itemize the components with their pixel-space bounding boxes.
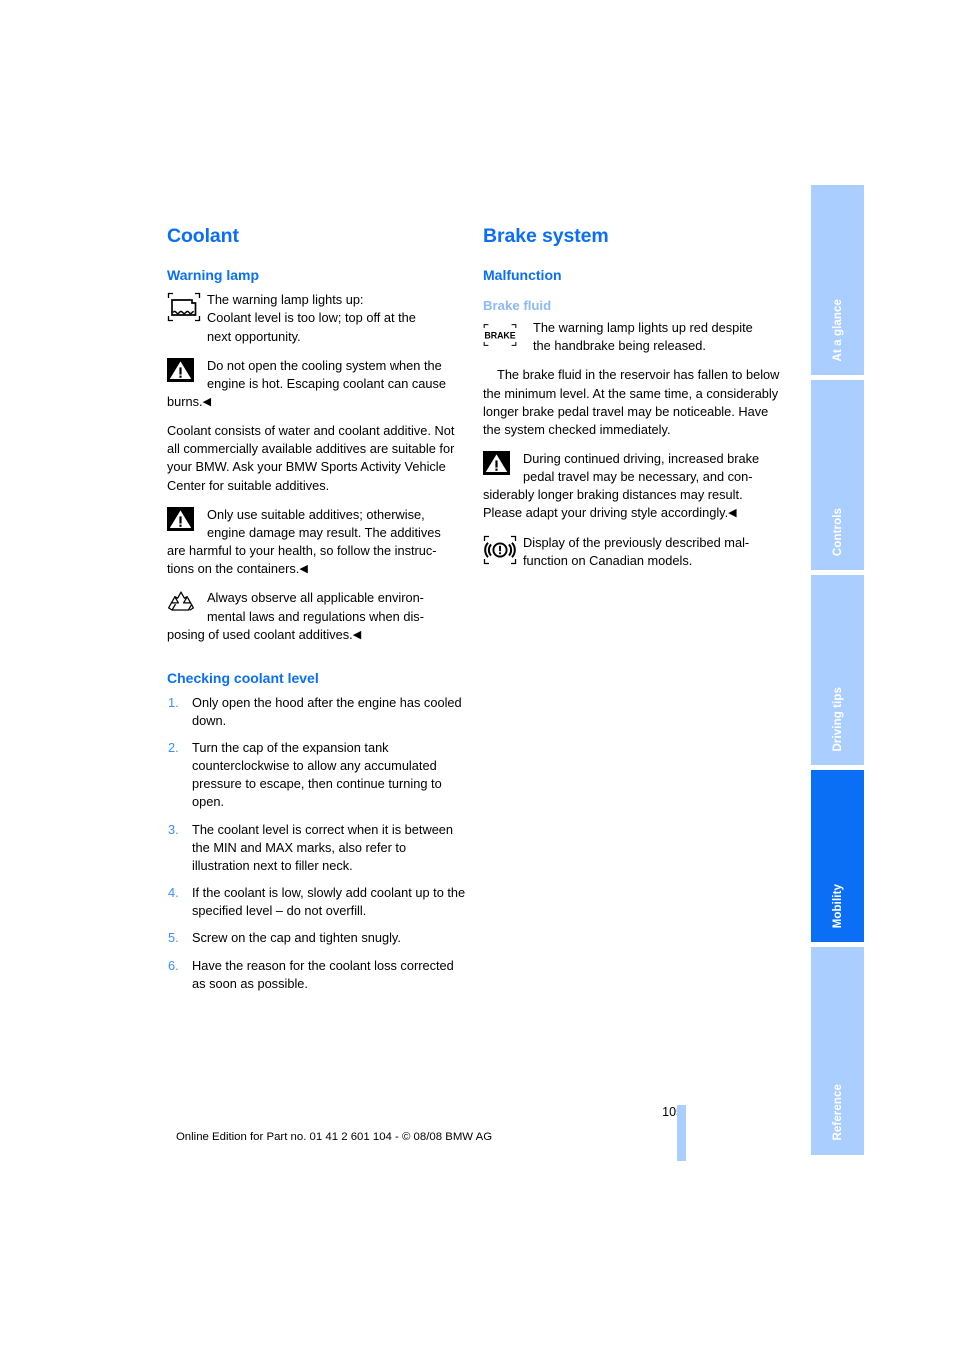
additive-caution-line-3: are harmful to your health, so follow th… (167, 543, 437, 559)
brake-warning-lamp-icon: BRAKE (483, 320, 517, 355)
environment-note-line-2: mental laws and regulations when dis- (207, 608, 424, 624)
additive-caution-line-1: Only use suitable additives; otherwise, (207, 506, 425, 522)
canadian-brake-warning-icon (483, 535, 517, 570)
additive-caution-line-4-wrap: tions on the containers.◀ (167, 560, 467, 578)
end-marker: ◀ (299, 563, 308, 576)
cooling-caution-hang: Do not open the cooling system when the … (207, 357, 467, 393)
warning-triangle-icon (167, 506, 194, 536)
additive-caution-line-2: engine damage may result. The additives (207, 524, 441, 540)
continued-driving-hang: During continued driving, increased brak… (523, 450, 783, 486)
sidebar-tab-label: At a glance (831, 298, 844, 361)
cooling-caution-last-line: burns.◀ (167, 393, 467, 411)
canadian-models-text: Display of the previously described mal-… (523, 534, 783, 570)
sidebar-tab-controls[interactable]: Controls (811, 380, 864, 570)
brake-lamp-text: The warning lamp lights up red despite t… (533, 319, 783, 355)
cooling-caution-line-3: burns. (167, 394, 203, 410)
end-marker: ◀ (202, 396, 212, 409)
coolant-warning-lamp-block: The warning lamp lights up: Coolant leve… (167, 291, 467, 345)
additive-caution-line-4: tions on the containers. (167, 561, 300, 577)
list-item: If the coolant is low, slowly add coolan… (168, 884, 466, 919)
cooling-caution-line-2: engine is hot. Escaping coolant can caus… (207, 375, 447, 391)
heading-checking-coolant-level: Checking coolant level (167, 669, 319, 686)
end-marker: ◀ (352, 628, 362, 641)
brake-lamp-line-2: the handbrake being released. (533, 338, 706, 354)
end-marker: ◀ (728, 507, 737, 520)
sidebar-tab-label: Reference (831, 1084, 844, 1141)
svg-text:BRAKE: BRAKE (484, 331, 515, 341)
heading-warning-lamp: Warning lamp (167, 267, 260, 284)
warning-triangle-icon (483, 451, 510, 480)
list-item: Have the reason for the coolant loss cor… (168, 957, 454, 991)
sidebar-tab-reference[interactable]: Reference (811, 947, 864, 1155)
cooling-system-caution-block: Do not open the cooling system when the … (167, 357, 467, 411)
sidebar-tab-at-a-glance[interactable]: At a glance (811, 185, 864, 375)
coolant-lamp-text: The warning lamp lights up: Coolant leve… (207, 291, 467, 345)
footer-edition-text: Online Edition for Part no. 01 41 2 601 … (175, 1131, 493, 1143)
additive-caution-hang: Only use suitable additives; otherwise, … (207, 506, 467, 542)
sidebar-tab-label: Driving tips (831, 686, 844, 751)
continued-driving-line-4-wrap: Please adapt your driving style accordin… (483, 504, 783, 522)
continued-driving-line-3: siderably longer braking distances may r… (483, 487, 743, 503)
brake-lamp-line-1: The warning lamp lights up red despite (533, 320, 753, 336)
checking-coolant-steps: Only open the hood after the engine has … (167, 694, 467, 993)
canadian-models-line-1: Display of the previously described mal- (523, 534, 750, 550)
page-title-coolant: Coolant (167, 225, 239, 247)
continued-driving-line-1: During continued driving, increased brak… (523, 451, 760, 467)
list-item: The coolant level is correct when it is … (168, 821, 454, 873)
continued-driving-rest: siderably longer braking distances may r… (483, 486, 783, 522)
environment-note-block: Always observe all applicable environ- m… (167, 589, 467, 643)
environment-note-last: posing of used coolant additives.◀ (167, 626, 467, 644)
warning-triangle-icon (167, 357, 194, 387)
coolant-lamp-line-3: next opportunity. (207, 328, 301, 344)
heading-malfunction: Malfunction (483, 267, 562, 284)
sidebar-tab-mobility[interactable]: Mobility (811, 770, 864, 942)
sidebar-tab-driving-tips[interactable]: Driving tips (811, 575, 864, 765)
canadian-models-block: Display of the previously described mal-… (483, 534, 783, 570)
canadian-models-line-2: function on Canadian models. (523, 552, 693, 568)
cooling-caution-line-1: Do not open the cooling system when the (207, 357, 442, 373)
coolant-lamp-line-1: The warning lamp lights up: (207, 292, 364, 308)
continued-driving-warning-block: During continued driving, increased brak… (483, 450, 783, 523)
left-column: Coolant Warning lamp The warning lamp li… (167, 225, 467, 1002)
sidebar-tab-label: Controls (831, 507, 844, 556)
section-navigation-sidebar: At a glance Controls Driving tips Mobili… (811, 185, 864, 1167)
additive-caution-rest: are harmful to your health, so follow th… (167, 542, 467, 578)
additive-caution-block: Only use suitable additives; otherwise, … (167, 506, 467, 579)
environment-note-line-3: posing of used coolant additives. (167, 626, 353, 642)
environment-note-line-1: Always observe all applicable environ- (207, 590, 424, 606)
sidebar-tab-label: Mobility (831, 883, 844, 928)
list-item: Turn the cap of the expansion tank count… (168, 739, 442, 810)
brake-reservoir-paragraph: The brake fluid in the reservoir has fal… (483, 367, 780, 437)
right-column: Brake system Malfunction Brake fluid BRA… (483, 225, 783, 581)
coolant-additive-paragraph: Coolant consists of water and coolant ad… (167, 423, 455, 493)
page-title-brake-system: Brake system (483, 225, 609, 247)
recycling-icon (167, 590, 195, 619)
footer-accent-bar (677, 1105, 686, 1161)
coolant-level-warning-lamp-icon (167, 292, 201, 327)
manual-page: Coolant Warning lamp The warning lamp li… (0, 0, 954, 1350)
list-item: Only open the hood after the engine has … (168, 694, 462, 728)
continued-driving-line-4: Please adapt your driving style accordin… (483, 505, 729, 521)
brake-warning-lamp-block: BRAKE The warning lamp lights up red des… (483, 319, 783, 355)
list-item: Screw on the cap and tighten snugly. (168, 929, 401, 947)
environment-note-hang: Always observe all applicable environ- m… (207, 589, 467, 625)
coolant-lamp-line-2: Coolant level is too low; top off at the (207, 310, 416, 326)
continued-driving-line-2: pedal travel may be necessary, and con- (523, 469, 753, 485)
heading-brake-fluid: Brake fluid (483, 298, 552, 314)
